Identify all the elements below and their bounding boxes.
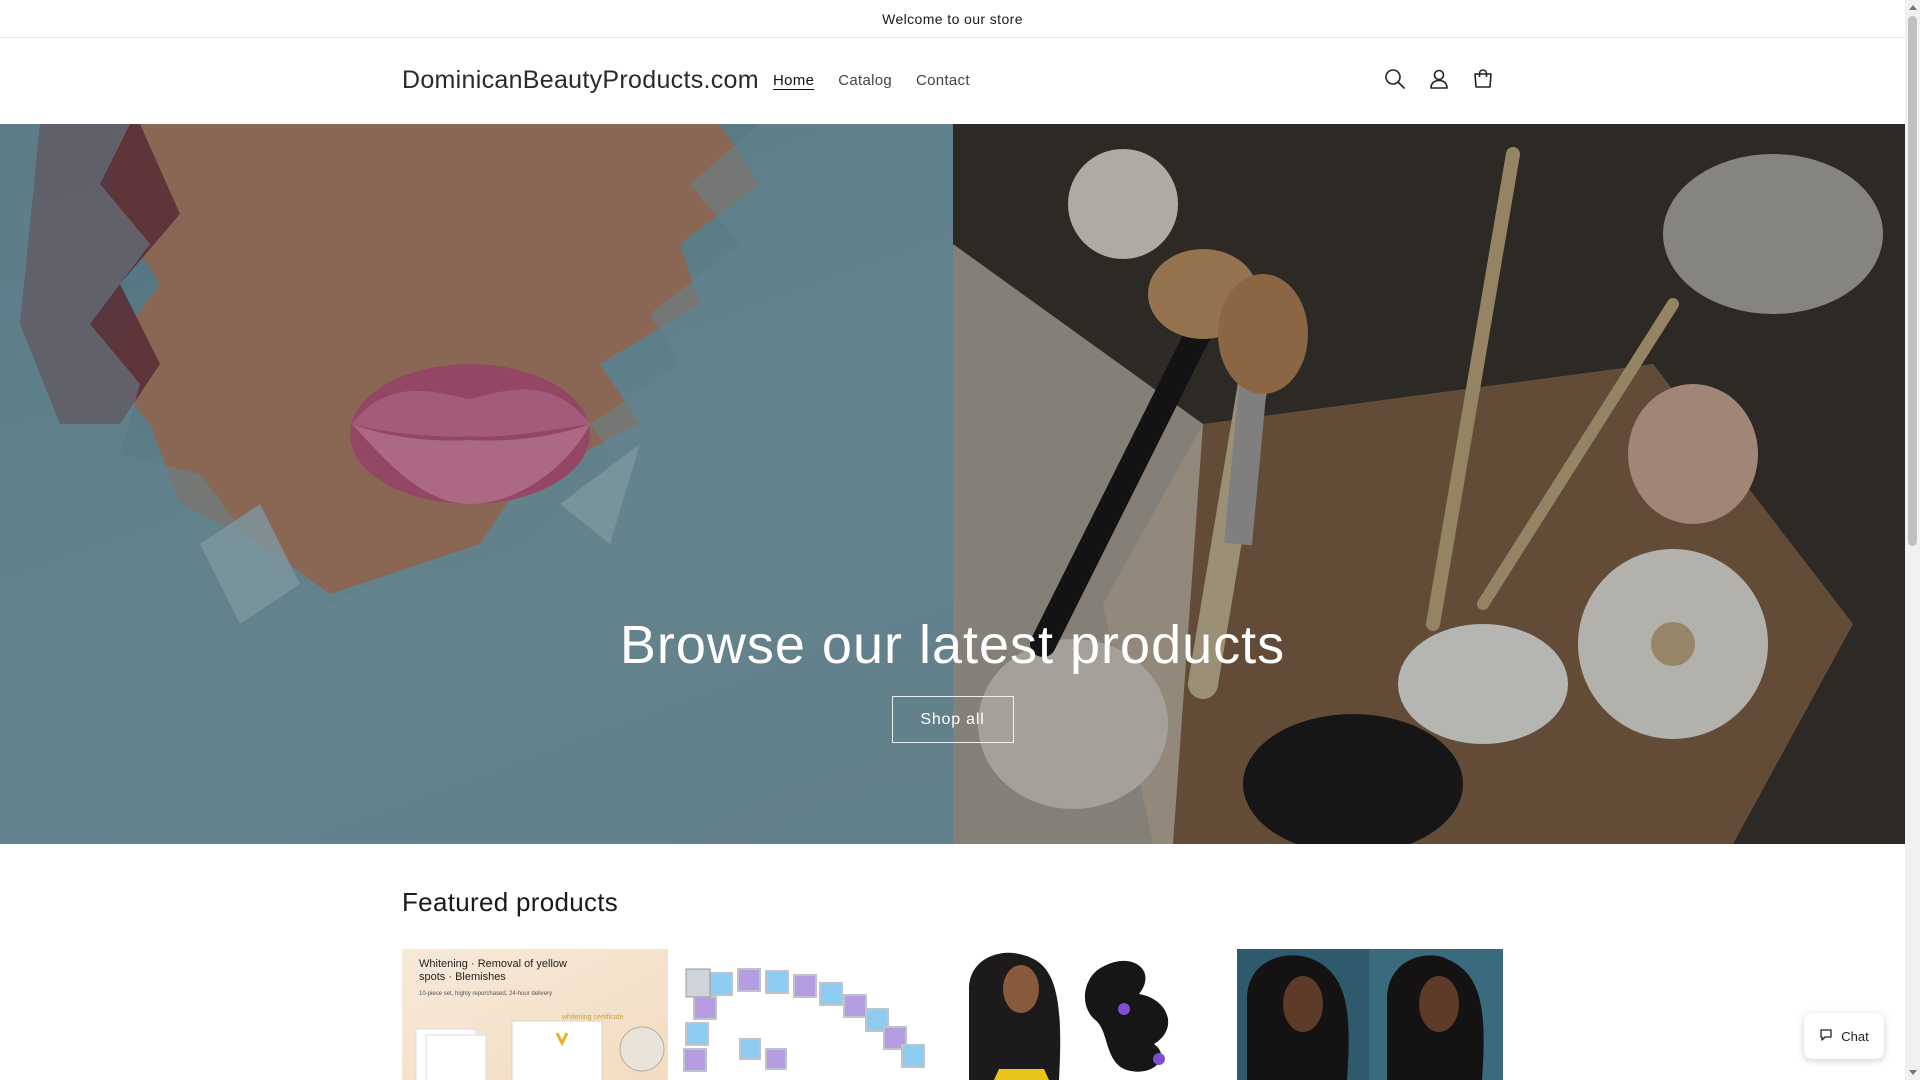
product-card-whitening[interactable]: whitening certificate Whitening · Remova… <box>402 949 669 1080</box>
product-image-text-2: spots · Blemishes <box>419 971 506 983</box>
site-header: DominicanBeautyProducts.com Home Catalog… <box>0 38 1905 124</box>
scroll-up-arrow-icon[interactable] <box>1909 5 1917 10</box>
product-card-hair-bundle-2[interactable] <box>1236 949 1503 1080</box>
header-icons <box>1380 64 1498 94</box>
product-image-text-1: Whitening · Removal of yellow <box>419 958 567 970</box>
hero-content: Browse our latest products Shop all <box>0 614 1905 743</box>
product-card-bracelet[interactable] <box>680 949 947 1080</box>
product-card-hair-bundle-1[interactable] <box>958 949 1225 1080</box>
page-scrollbar[interactable] <box>1905 0 1920 1080</box>
nav-home[interactable]: Home <box>773 72 814 89</box>
hero-banner: Browse our latest products Shop all <box>0 124 1905 844</box>
product-grid: whitening certificate Whitening · Remova… <box>402 949 1503 1080</box>
cart-icon[interactable] <box>1468 64 1498 94</box>
account-icon[interactable] <box>1424 64 1454 94</box>
product-image-text-3: 10-piece set, highly repurchased, 24-hou… <box>419 991 552 997</box>
announcement-text: Welcome to our store <box>882 10 1023 27</box>
main-nav: Home Catalog Contact <box>773 72 970 89</box>
announcement-bar: Welcome to our store <box>0 0 1905 38</box>
search-icon[interactable] <box>1380 64 1410 94</box>
nav-contact[interactable]: Contact <box>916 72 970 89</box>
chat-icon <box>1819 1028 1833 1045</box>
nav-catalog[interactable]: Catalog <box>838 72 892 89</box>
scroll-thumb[interactable] <box>1908 16 1917 546</box>
store-logo[interactable]: DominicanBeautyProducts.com <box>402 66 759 95</box>
hero-title: Browse our latest products <box>619 615 1286 675</box>
chat-button[interactable]: Chat <box>1804 1013 1884 1059</box>
shop-all-button[interactable]: Shop all <box>891 696 1014 743</box>
chat-label: Chat <box>1841 1028 1869 1044</box>
scroll-down-arrow-icon[interactable] <box>1909 1070 1917 1075</box>
featured-products-title: Featured products <box>402 887 619 917</box>
product-image-text-cert: whitening certificate <box>561 1014 624 1021</box>
